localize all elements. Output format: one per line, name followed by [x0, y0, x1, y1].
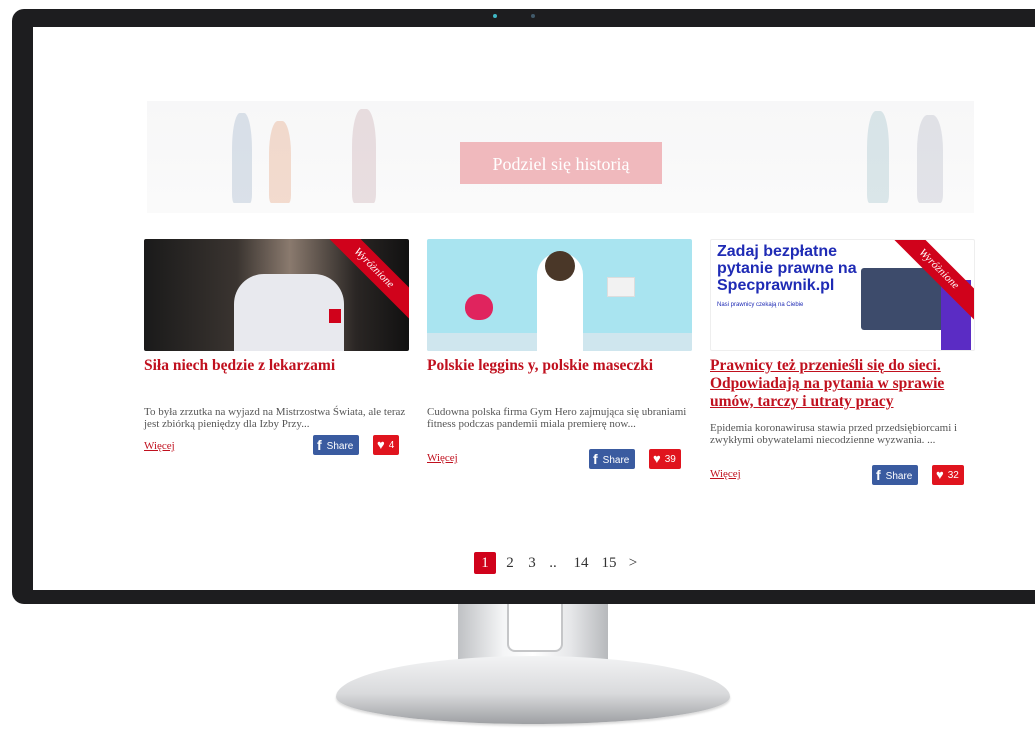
banner-illustration-person [352, 109, 376, 203]
camera-lens [531, 14, 535, 18]
article-title[interactable]: Polskie leggins y, polskie maseczki [427, 357, 692, 375]
monitor-stand-base [336, 656, 730, 724]
article-thumbnail[interactable]: Zadaj bezpłatne pytanie prawne na Specpr… [710, 239, 975, 351]
camera-indicator [493, 14, 497, 18]
banner-illustration-person [917, 115, 943, 203]
ad-headline: Zadaj bezpłatne pytanie prawne na Specpr… [717, 243, 857, 294]
jersey-graphic [234, 274, 344, 351]
facebook-share-button[interactable]: f Share [589, 449, 636, 469]
article-title[interactable]: Prawnicy też przenieśli się do sieci. Od… [710, 357, 975, 411]
page-link-3[interactable]: 3 [526, 552, 538, 574]
next-page-button[interactable]: > [627, 552, 639, 574]
facebook-icon: f [317, 437, 322, 453]
flag-badge-icon [329, 309, 341, 323]
article-title[interactable]: Siła niech będzie z lekarzami [144, 357, 409, 375]
heart-icon: ♥ [377, 437, 385, 452]
illustration-hair [545, 251, 575, 281]
page-link-1[interactable]: 1 [474, 552, 496, 574]
like-button[interactable]: ♥ 4 [373, 435, 400, 455]
monitor-stand-cutout [507, 604, 563, 652]
article-thumbnail[interactable] [427, 239, 692, 351]
monitor-bezel: Podziel się historią Wyróżnione Siła nie… [12, 9, 1035, 604]
screen: Podziel się historią Wyróżnione Siła nie… [33, 27, 1035, 590]
like-count: 32 [947, 470, 959, 481]
facebook-icon: f [593, 451, 598, 467]
ad-subline: Nasi prawnicy czekają na Ciebie [717, 302, 804, 308]
page-link-2[interactable]: 2 [504, 552, 516, 574]
facebook-share-button[interactable]: f Share [872, 465, 919, 485]
more-link[interactable]: Więcej [427, 452, 458, 464]
megaphone-icon [607, 277, 635, 297]
banner-illustration-person [269, 121, 291, 203]
like-count: 39 [664, 454, 676, 465]
article-thumbnail[interactable]: Wyróżnione [144, 239, 409, 351]
facebook-icon: f [876, 467, 881, 483]
heart-icon: ♥ [653, 451, 661, 466]
page-ellipsis: .. [549, 555, 557, 571]
banner-illustration-person [867, 111, 889, 203]
banner-illustration-person [232, 113, 252, 203]
facebook-share-button[interactable]: f Share [313, 435, 360, 455]
more-link[interactable]: Więcej [710, 468, 741, 480]
like-button[interactable]: ♥ 39 [649, 449, 681, 469]
article-excerpt: Cudowna polska firma Gym Hero zajmująca … [427, 406, 687, 430]
article-excerpt: To była zrzutka na wyjazd na Mistrzostwa… [144, 406, 406, 430]
more-link[interactable]: Więcej [144, 440, 175, 452]
page-link-14[interactable]: 14 [570, 552, 592, 574]
article-excerpt: Epidemia koronawirusa stawia przed przed… [710, 422, 958, 446]
like-count: 4 [388, 440, 395, 451]
share-story-button[interactable]: Podziel się historią [460, 142, 662, 184]
heart-icon: ♥ [936, 467, 944, 482]
share-story-banner: Podziel się historią [147, 101, 974, 213]
like-button[interactable]: ♥ 32 [932, 465, 964, 485]
heart-balloon-icon [465, 294, 493, 320]
page-link-15[interactable]: 15 [598, 552, 620, 574]
